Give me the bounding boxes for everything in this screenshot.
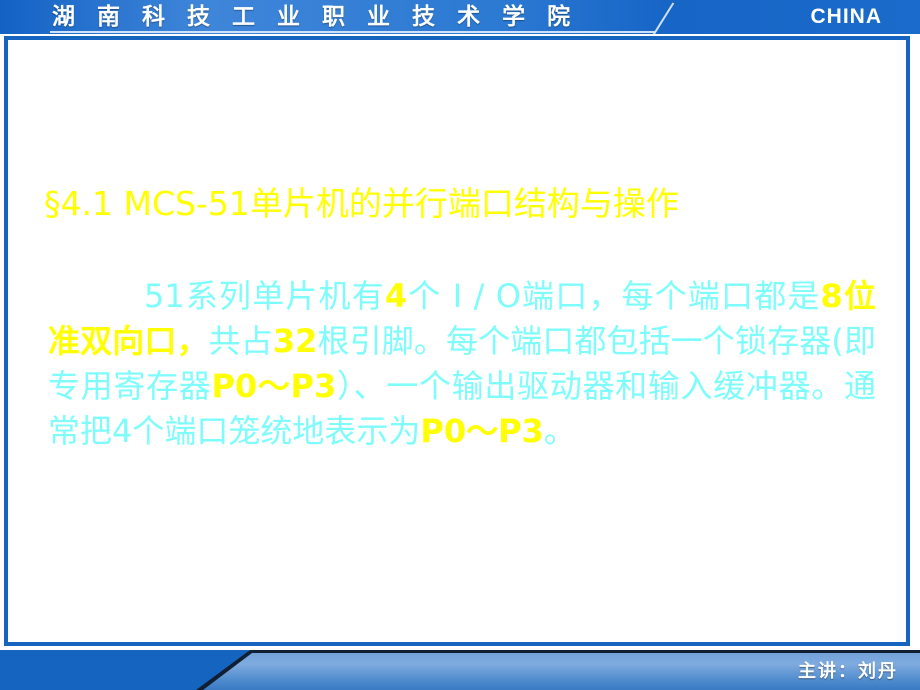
country-label: CHINA [810,5,882,28]
text-run-0: 51系列单片机有 [144,277,385,315]
text-run-2: 个 I / O端口，每个端口都是 [407,277,821,315]
header-bar: 湖 南 科 技 工 业 职 业 技 术 学 院 CHINA [0,0,920,34]
section-heading: §4.1 MCS-51单片机的并行端口结构与操作 [44,184,679,223]
slide-content: §4.1 MCS-51单片机的并行端口结构与操作 51系列单片机有4个 I / … [0,36,920,646]
text-run-5: 32 [272,322,318,360]
footer-accent-shape [200,650,920,690]
header-underline-rule [50,31,655,33]
footer-bar: 主讲：刘丹 [0,650,920,690]
text-run-10: 。 [543,412,576,450]
presenter-label: 主讲：刘丹 [798,661,898,682]
text-run-9: P0～P3 [420,412,544,450]
body-paragraph: 51系列单片机有4个 I / O端口，每个端口都是8位准双向口，共占32根引脚。… [48,274,876,454]
institution-name: 湖 南 科 技 工 业 职 业 技 术 学 院 [52,3,578,30]
paragraph-runs: 51系列单片机有4个 I / O端口，每个端口都是8位准双向口，共占32根引脚。… [48,277,876,450]
slide-canvas: 湖 南 科 技 工 业 职 业 技 术 学 院 CHINA §4.1 MCS-5… [0,0,920,690]
text-run-7: P0～P3 [211,367,337,405]
text-run-1: 4 [384,277,408,315]
text-run-4: 共占 [208,322,273,360]
